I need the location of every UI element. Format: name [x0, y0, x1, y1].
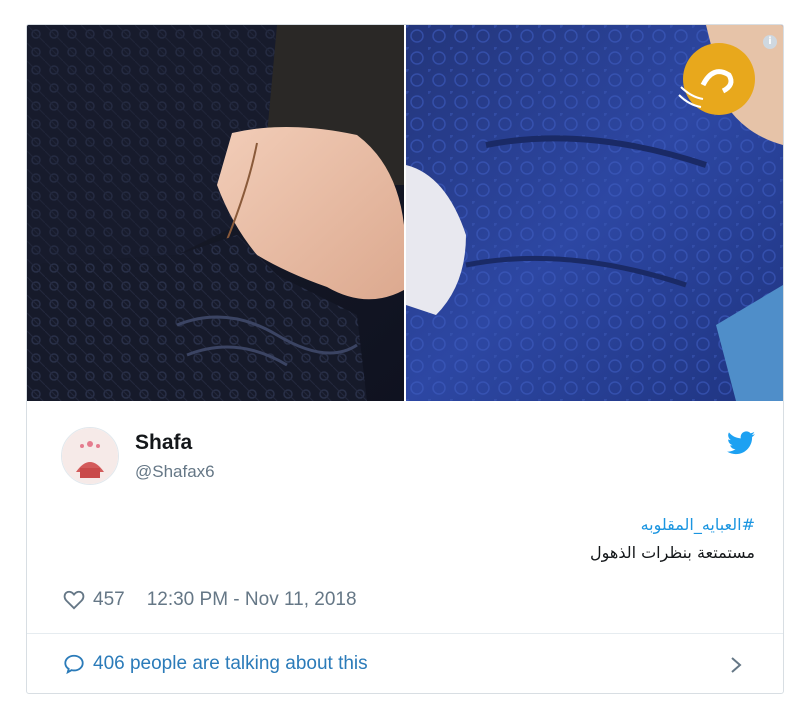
- tweet-text: #العبايه_المقلوبه مستمتعة بنظرات الذهول: [155, 511, 755, 567]
- heart-icon[interactable]: [63, 590, 85, 610]
- conversation-text[interactable]: 406 people are talking about this: [93, 653, 368, 675]
- watermark-logo-icon: [678, 43, 755, 115]
- speech-bubble-icon: [64, 654, 84, 675]
- twitter-bird-icon[interactable]: [727, 431, 755, 455]
- hashtag-link[interactable]: #العبايه_المقلوبه: [155, 511, 755, 539]
- info-icon[interactable]: i: [763, 35, 777, 49]
- user-handle[interactable]: @Shafax6: [135, 462, 215, 482]
- avatar-image-icon: [62, 428, 118, 484]
- like-count[interactable]: 457: [93, 589, 125, 611]
- tweet-photo-2[interactable]: i: [406, 25, 783, 401]
- chevron-right-icon[interactable]: [729, 655, 743, 675]
- tweet-body: Shafa @Shafax6 #العبايه_المقلوبه مستمتعة…: [27, 401, 783, 693]
- conversation-link[interactable]: 406 people are talking about this: [63, 647, 368, 681]
- tweet-meta: 457 12:30 PM - Nov 11, 2018: [63, 587, 357, 613]
- tweet-embed-card: i Shafa @Shafax6 #العبايه_المقلوبه مستمت…: [26, 24, 784, 694]
- divider: [27, 633, 783, 634]
- tweet-text-line: مستمتعة بنظرات الذهول: [589, 543, 755, 562]
- tweet-photo-1[interactable]: [27, 25, 404, 401]
- avatar[interactable]: [61, 427, 119, 485]
- tweet-timestamp[interactable]: 12:30 PM - Nov 11, 2018: [147, 589, 357, 611]
- user-display-name[interactable]: Shafa: [135, 431, 192, 455]
- tweet-media: i: [27, 25, 783, 401]
